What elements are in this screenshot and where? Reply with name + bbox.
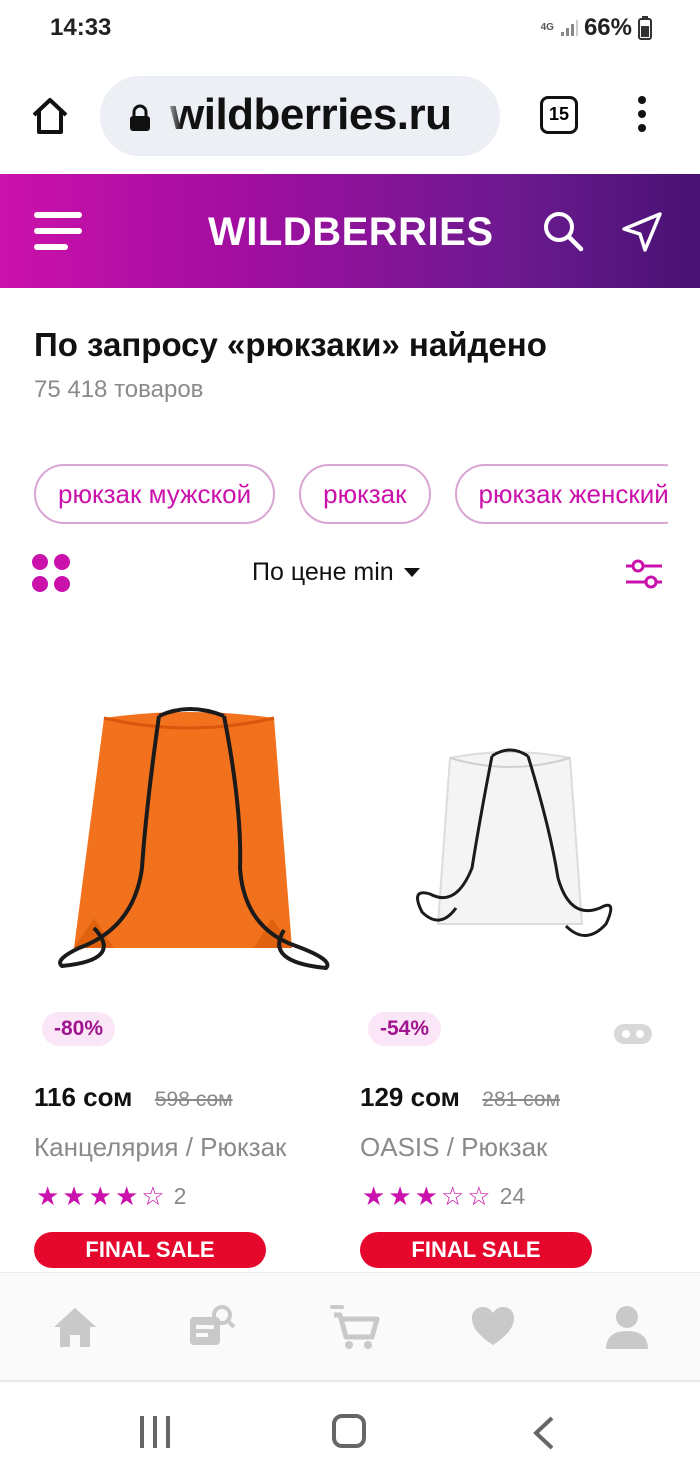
tabs-count-button[interactable]: 15 [540,96,578,134]
price-current: 129 сом [360,1082,460,1112]
product-image[interactable] [34,698,344,998]
rating: ★ ★ ★ ☆ ☆ 24 [362,1182,525,1210]
review-count: 24 [499,1182,526,1209]
home-icon[interactable] [50,1303,100,1351]
sort-label: По цене min [252,558,394,586]
status-indicators: 4G 66% [541,14,652,42]
status-time: 14:33 [50,14,112,41]
heart-icon[interactable] [468,1303,518,1351]
final-sale-badge: FINAL SALE [360,1232,592,1268]
price-row: 129 сом 281 сом [360,1082,560,1113]
site-logo[interactable]: WILDBERRIES [208,210,494,255]
signal-icon [560,20,578,36]
url-text: wildberries.ru [170,90,452,139]
compare-toggle-icon[interactable] [614,1024,652,1044]
sort-dropdown[interactable]: По цене min [252,558,420,587]
rating: ★ ★ ★ ★ ☆ 2 [36,1182,186,1210]
bottom-navigation [0,1272,700,1380]
profile-icon[interactable] [602,1303,652,1351]
results-count: 75 418 товаров [34,376,204,403]
browser-toolbar: wildberries.ru 15 [0,70,700,170]
price-current: 116 сом [34,1082,133,1112]
star-filled-icon: ★ [88,1181,112,1211]
recent-apps-icon[interactable] [138,1416,172,1448]
star-filled-icon: ★ [414,1181,438,1211]
menu-icon[interactable] [34,212,84,252]
cart-icon[interactable] [330,1303,380,1351]
price-old: 281 сом [482,1088,561,1111]
address-bar[interactable]: wildberries.ru [100,76,500,156]
network-type-icon: 4G [540,22,554,33]
star-empty-icon: ☆ [467,1181,491,1211]
star-filled-icon: ★ [362,1181,386,1211]
url-fade [162,76,182,156]
site-header: WILDBERRIES [0,174,700,288]
star-empty-icon: ☆ [141,1181,165,1211]
back-icon[interactable] [532,1416,556,1450]
chip-rukzak-zhenskiy[interactable]: рюкзак женский [454,464,668,524]
price-row: 116 сом 598 сом [34,1082,233,1113]
product-name[interactable]: Канцелярия / Рюкзак [34,1132,286,1163]
star-filled-icon: ★ [36,1181,60,1211]
chip-rukzak[interactable]: рюкзак [299,464,431,524]
chevron-down-icon [403,568,420,577]
product-name[interactable]: OASIS / Рюкзак [360,1132,547,1163]
product-card[interactable]: -80% 116 сом 598 сом Канцелярия / Рюкзак… [34,640,346,1280]
location-arrow-icon[interactable] [618,208,666,256]
review-count: 2 [173,1182,187,1209]
star-empty-icon: ☆ [440,1181,465,1211]
discount-badge: -80% [42,1012,116,1046]
discount-badge: -54% [368,1012,442,1046]
page-title: По запросу «рюкзаки» найдено [34,326,547,363]
system-navigation-bar [0,1380,700,1478]
system-home-icon[interactable] [332,1414,366,1448]
chip-rukzak-muzhskoy[interactable]: рюкзак мужской [34,464,276,524]
product-image[interactable] [360,698,670,998]
home-icon[interactable] [28,94,72,138]
filter-icon[interactable] [624,556,664,592]
lock-icon [130,104,150,131]
grid-view-icon[interactable] [32,554,72,594]
status-bar: 14:33 4G 66% [0,0,700,60]
battery-icon [638,16,652,40]
suggestion-chips: рюкзак мужской рюкзак рюкзак женский [34,464,668,526]
star-filled-icon: ★ [388,1181,412,1211]
star-filled-icon: ★ [114,1181,139,1211]
product-card[interactable]: -54% 129 сом 281 сом OASIS / Рюкзак ★ ★ … [360,640,672,1280]
battery-percent: 66% [583,14,632,41]
browser-menu-icon[interactable] [630,96,654,136]
final-sale-badge: FINAL SALE [34,1232,266,1268]
price-old: 598 сом [154,1088,233,1111]
catalog-search-icon[interactable] [186,1303,236,1351]
star-filled-icon: ★ [62,1181,86,1211]
search-icon[interactable] [540,208,586,254]
